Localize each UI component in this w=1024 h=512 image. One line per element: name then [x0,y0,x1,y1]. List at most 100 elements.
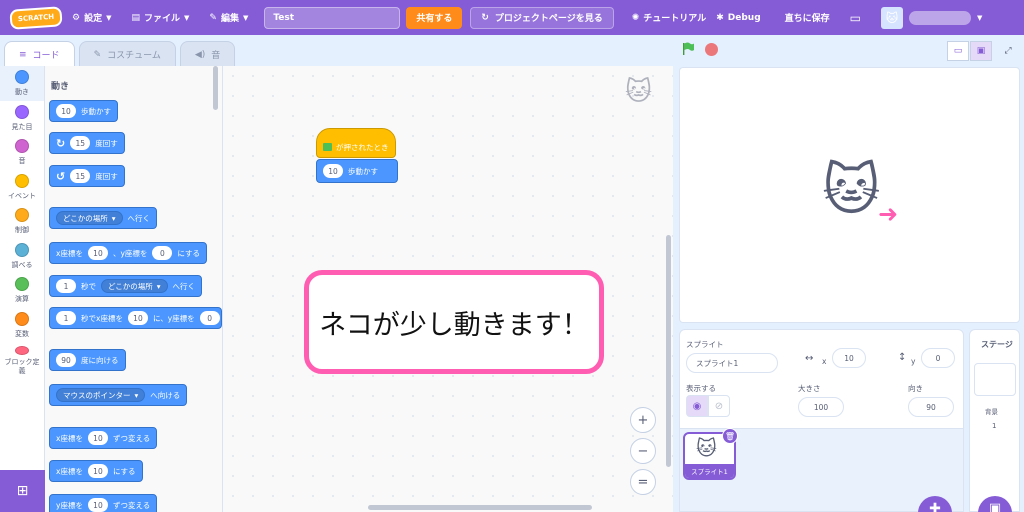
debug-button[interactable]: ✱ Debug [716,0,770,35]
delete-sprite-button[interactable]: 🗑 [722,428,738,444]
palette-scrollbar[interactable] [213,66,218,110]
y-position-input[interactable]: 0 [921,348,955,368]
save-now-button[interactable]: 直ちに保存 [771,0,840,35]
block-input[interactable]: 10 [87,246,108,260]
tab-costumes[interactable]: ✎ コスチューム [78,41,176,67]
glide-to-block[interactable]: 1 秒で どこかの場所 ▾ へ行く [49,275,203,297]
tutorials-button[interactable]: ✺ チュートリアル [622,0,716,35]
pencil-icon: ✎ [209,12,217,23]
block-palette[interactable]: 動き 10 歩動かす ↻ 15 度回す ↺ 15 度回す どこかの場所 ▾ へ行く… [45,66,223,512]
brush-icon: ✎ [93,49,102,60]
script-horizontal-scrollbar[interactable] [368,505,592,510]
sprite-name-input[interactable]: スプライト1 [686,353,778,373]
script-move-steps-block[interactable]: 10 歩動かす [316,159,398,183]
project-page-label: プロジェクトページを見る [494,14,603,24]
turn-right-block[interactable]: ↻ 15 度回す [49,132,125,154]
file-menu[interactable]: ▤ ファイル ▼ [121,0,199,35]
goto-xy-block[interactable]: x座標を 10 、y座標を 0 にする [49,242,207,264]
category-variables[interactable]: 変数 [0,308,44,343]
project-page-button[interactable]: ↻ プロジェクトページを見る [470,6,614,29]
stage-panel[interactable] [969,329,1020,512]
category-operators[interactable]: 演算 [0,273,44,308]
category-dot-icon [15,173,29,188]
change-x-block[interactable]: x座標を 10 ずつ変える [49,427,158,449]
block-input[interactable]: 10 [56,104,76,118]
x-position-input[interactable]: 10 [832,348,866,368]
size-input[interactable]: 100 [798,397,844,417]
block-input[interactable]: 0 [199,311,220,325]
edit-menu[interactable]: ✎ 編集 ▼ [199,0,258,35]
eye-icon: ◉ [692,400,702,412]
green-flag-icon[interactable] [681,42,695,56]
fullscreen-icon: ⤢ [1004,46,1012,56]
block-input[interactable]: 10 [87,464,108,478]
block-input[interactable]: 1 [56,311,76,325]
avatar[interactable]: 🐱 [881,6,903,29]
trash-icon: 🗑 [724,431,736,441]
tab-code[interactable]: ≡ コード [4,41,75,67]
zoom-reset-button[interactable]: = [630,469,656,495]
project-title-input[interactable] [264,6,401,29]
point-towards-block[interactable]: マウスのポインター ▾ へ向ける [49,384,188,406]
share-button[interactable]: 共有する [406,6,463,29]
block-text: x座標を [56,248,83,258]
when-flag-clicked-block[interactable]: が押されたとき [316,128,396,158]
tab-sounds[interactable]: ◀) 音 [179,41,236,67]
hide-sprite-button[interactable]: ⊘ [708,395,730,417]
point-direction-block[interactable]: 90 度に向ける [49,349,126,371]
turn-left-block[interactable]: ↺ 15 度回す [49,165,125,187]
block-input[interactable]: 15 [70,169,91,183]
chevron-down-icon: ▾ [111,213,116,223]
block-input[interactable]: 10 [87,498,108,512]
show-sprite-button[interactable]: ◉ [686,395,708,417]
normal-stage-button[interactable]: ▣ [970,41,992,61]
username-redacted[interactable] [909,10,971,25]
category-dot-icon [15,139,29,153]
zoom-in-button[interactable]: + [630,407,656,433]
block-text: に、y座標を [152,313,195,323]
add-extension-button[interactable]: ⊞ [0,470,45,512]
show-label: 表示する [686,384,716,393]
category-sensing[interactable]: 調べる [0,239,44,274]
zoom-out-button[interactable]: − [630,438,656,464]
goto-menu-block[interactable]: どこかの場所 ▾ へ行く [49,207,158,229]
my-stuff-button[interactable]: ▭ [840,0,871,35]
category-sound[interactable]: 音 [0,135,44,170]
stop-icon[interactable] [705,43,718,56]
small-stage-icon: ▭ [953,46,963,56]
direction-input[interactable]: 90 [908,397,954,417]
category-control[interactable]: 制御 [0,204,44,239]
block-input[interactable]: 0 [152,246,173,260]
move-steps-block[interactable]: 10 歩動かす [49,100,118,122]
block-dropdown[interactable]: どこかの場所 ▾ [56,211,123,225]
change-y-block[interactable]: y座標を 10 ずつ変える [49,494,158,512]
fullscreen-button[interactable]: ⤢ [997,41,1019,61]
category-my-blocks[interactable]: ブロック定義 [0,342,44,377]
chevron-down-icon[interactable]: ▼ [977,14,982,22]
block-text: 秒でx座標を [81,313,123,323]
category-events[interactable]: イベント [0,170,44,205]
speaker-icon: ◀) [194,49,206,60]
category-looks[interactable]: 見た目 [0,101,44,136]
category-motion[interactable]: 動き [0,66,44,101]
set-x-block[interactable]: x座標を 10 にする [49,460,143,482]
glide-xy-block[interactable]: 1 秒でx座標を 10 に、y座標を 0 [49,307,222,329]
scratch-logo[interactable]: SCRATCH [9,5,63,30]
cat-sprite-on-stage[interactable]: 🐱 [822,158,880,223]
settings-menu[interactable]: ⚙ 設定 ▼ [62,0,121,35]
block-input[interactable]: 10 [127,311,148,325]
script-vertical-scrollbar[interactable] [666,235,671,467]
block-dropdown[interactable]: マウスのポインター ▾ [56,388,146,402]
block-input[interactable]: 15 [70,136,91,150]
block-text: 度回す [95,171,118,181]
chevron-down-icon: ▼ [106,13,112,22]
block-input[interactable]: 1 [56,279,76,293]
block-dropdown[interactable]: どこかの場所 ▾ [101,279,168,293]
block-input[interactable]: 10 [323,164,343,178]
block-text: にする [177,248,200,258]
block-input[interactable]: 90 [56,353,76,367]
block-input[interactable]: 10 [87,431,108,445]
small-stage-button[interactable]: ▭ [947,41,969,61]
stage-thumbnail[interactable] [974,363,1016,396]
block-text: へ行く [127,213,151,223]
